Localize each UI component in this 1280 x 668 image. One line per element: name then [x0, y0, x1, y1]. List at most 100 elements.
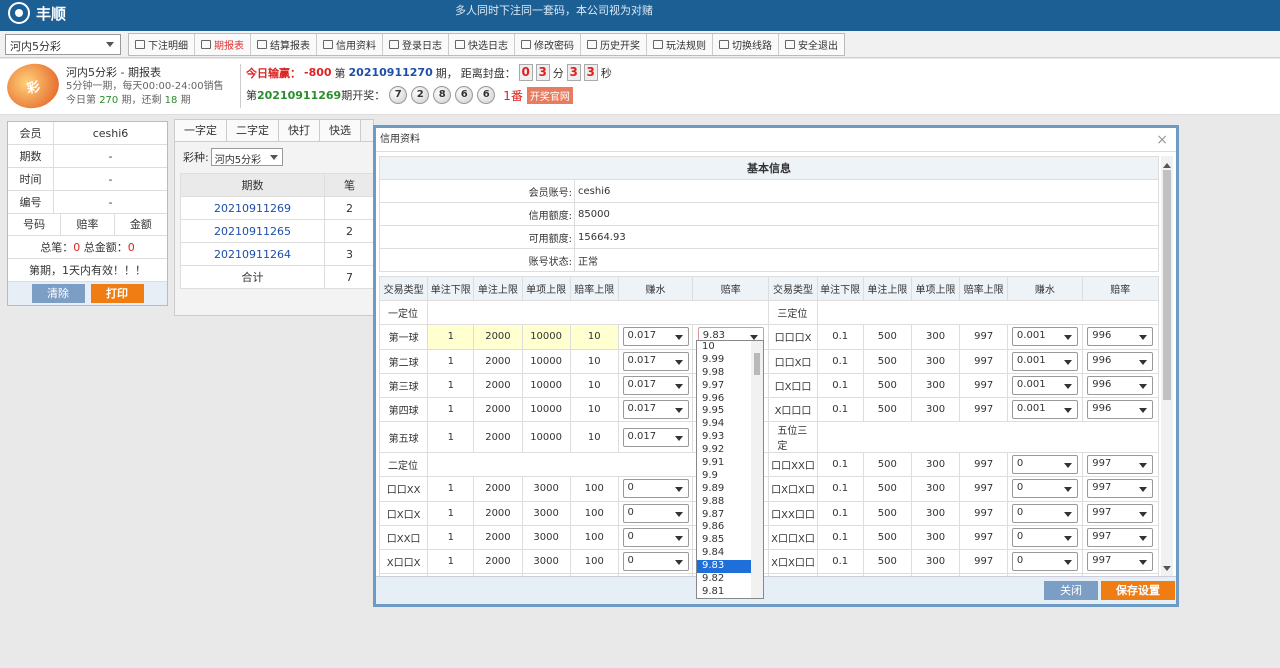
- max-bet: 500: [862, 500, 912, 526]
- odds-cell: 997: [1081, 524, 1159, 550]
- period-link[interactable]: 20210911264: [180, 242, 325, 266]
- row-key: 期数: [8, 145, 54, 167]
- toolbar-button-label: 修改密码: [534, 41, 574, 52]
- tab-quick-hit[interactable]: 快打: [279, 120, 320, 141]
- odds-select[interactable]: 996: [1087, 400, 1154, 420]
- item-limit: 300: [910, 524, 961, 550]
- water-select[interactable]: 0.017: [622, 427, 689, 447]
- odds-select[interactable]: 996: [1087, 327, 1154, 347]
- tab-two-digit[interactable]: 二字定: [227, 120, 279, 141]
- odds-table: 交易类型 单注下限 单注上限 单项上限 赔率上限 赚水 赔率 交易类型 单注下限 单注上限 单项上限…: [379, 275, 1159, 578]
- col-header: 赚水: [1007, 275, 1083, 302]
- toolbar-button-3[interactable]: 信用资料: [317, 34, 383, 55]
- toolbar-button-6[interactable]: 修改密码: [515, 34, 581, 55]
- basic-info-table: 基本信息 会员账号: ceshi6 信用额度: 85000 可用额度: 15664.9…: [379, 156, 1159, 272]
- dropdown-scrollbar[interactable]: [751, 341, 763, 598]
- toolbar-button-label: 期报表: [214, 41, 244, 52]
- total-amount: 0: [127, 241, 135, 254]
- basic-key: 信用额度:: [379, 202, 575, 226]
- toolbar-button-9[interactable]: 切换线路: [713, 34, 779, 55]
- user-columns: 号码 赔率 金额: [8, 214, 167, 236]
- clear-button[interactable]: 清除: [31, 284, 85, 303]
- period-link[interactable]: 20210911265: [180, 219, 325, 243]
- group-spacer: [816, 300, 1159, 326]
- water-select[interactable]: 0: [622, 527, 689, 547]
- col-header: 金额: [129, 218, 152, 231]
- bar-chart-icon: [257, 40, 267, 49]
- tab-one-digit[interactable]: 一字定: [175, 120, 227, 141]
- water-select[interactable]: 0.017: [622, 400, 689, 420]
- water-select[interactable]: 0.001: [1011, 351, 1078, 371]
- bet-type: 第五球: [379, 421, 429, 454]
- water-select[interactable]: 0: [622, 551, 689, 571]
- profit-value: -800: [304, 66, 332, 79]
- print-button[interactable]: 打印: [90, 284, 144, 303]
- odds-select[interactable]: 997: [1087, 479, 1154, 499]
- toolbar-button-0[interactable]: 下注明细: [129, 34, 195, 55]
- lottery-select[interactable]: 河内5分彩: [5, 34, 121, 55]
- max-bet: 500: [862, 372, 912, 398]
- water-select[interactable]: 0: [1011, 479, 1078, 499]
- period-link[interactable]: 20210911269: [180, 196, 325, 220]
- credit-info-modal: 信用资料 × 基本信息 会员账号: ceshi6 信用额度: 85000 可用额度:…: [373, 125, 1179, 607]
- toolbar-button-10[interactable]: 安全退出: [779, 34, 844, 55]
- water-select[interactable]: 0.001: [1011, 327, 1078, 347]
- water-select[interactable]: 0.001: [1011, 375, 1078, 395]
- bet-type: 口口X口: [768, 348, 818, 374]
- toolbar-button-1[interactable]: 期报表: [195, 34, 251, 55]
- odds-select[interactable]: 997: [1087, 551, 1154, 571]
- odds-select[interactable]: 997: [1087, 503, 1154, 523]
- min-bet: 0.1: [816, 452, 864, 478]
- game-title: 河内5分彩 - 期报表: [66, 66, 161, 79]
- odds-cell: 997: [1081, 476, 1159, 502]
- water-select[interactable]: 0.017: [622, 327, 689, 347]
- user-panel: 会员 ceshi6 期数 - 时间 - 编号 - 号码 赔率 金额 总笔：0 总金额：0…: [7, 121, 168, 306]
- odds-row: 二定位 口口XX口 0.1 500 300 997 0 997: [379, 452, 1159, 478]
- odds-cell: 996: [1081, 396, 1159, 423]
- close-icon[interactable]: ×: [1156, 128, 1168, 152]
- toolbar-button-7[interactable]: 历史开奖: [581, 34, 647, 55]
- water-select[interactable]: 0: [1011, 455, 1078, 475]
- water-select[interactable]: 0: [622, 479, 689, 499]
- scrollbar-thumb[interactable]: [1163, 170, 1171, 400]
- col-header: 赚水: [617, 275, 694, 302]
- max-bet: 2000: [473, 348, 523, 374]
- water-select[interactable]: 0.017: [622, 375, 689, 395]
- odds-select[interactable]: 997: [1087, 527, 1154, 547]
- save-settings-button[interactable]: 保存设置: [1101, 581, 1175, 600]
- toolbar-button-2[interactable]: 结算报表: [251, 34, 317, 55]
- water-cell: 0: [617, 524, 694, 550]
- toolbar-button-5[interactable]: 快选日志: [449, 34, 515, 55]
- modal-titlebar: 信用资料 ×: [376, 128, 1176, 152]
- basic-value: 正常: [574, 248, 1159, 272]
- water-cell: 0: [1007, 476, 1083, 502]
- modal-scrollbar[interactable]: [1161, 156, 1173, 578]
- dropdown-scroll-thumb[interactable]: [754, 353, 760, 375]
- odds-select[interactable]: 996: [1087, 351, 1154, 371]
- tab-quick-select[interactable]: 快选: [320, 120, 361, 141]
- toolbar-button-8[interactable]: 玩法规则: [647, 34, 713, 55]
- water-select[interactable]: 0: [1011, 551, 1078, 571]
- odds-select[interactable]: 997: [1087, 455, 1154, 475]
- user-row: 期数 -: [8, 145, 167, 168]
- cell: 3: [324, 242, 375, 266]
- water-select[interactable]: 0: [622, 503, 689, 523]
- col-header: 单项上限: [521, 275, 571, 302]
- water-select[interactable]: 0: [1011, 527, 1078, 547]
- user-row: 编号 -: [8, 191, 167, 214]
- close-button[interactable]: 关闭: [1044, 581, 1098, 600]
- countdown-digit: 3: [583, 64, 598, 81]
- odds-select[interactable]: 996: [1087, 375, 1154, 395]
- col-header: 赔率: [692, 275, 770, 302]
- water-select[interactable]: 0.001: [1011, 400, 1078, 420]
- max-bet: 2000: [473, 324, 523, 350]
- odds-cap: 10: [569, 372, 619, 398]
- last-suffix: 期开奖：: [341, 89, 386, 102]
- water-select[interactable]: 0: [1011, 503, 1078, 523]
- toolbar-button-4[interactable]: 登录日志: [383, 34, 449, 55]
- official-site-button[interactable]: 开奖官网: [526, 86, 573, 104]
- odds-dropdown-list[interactable]: 10 9.99 9.98 9.97 9.96 9.95 9.94 9.93 9.92 9.91 9.…: [696, 340, 764, 599]
- lottery-filter-select[interactable]: 河内5分彩: [210, 148, 283, 166]
- odds-cap: 997: [959, 548, 1009, 575]
- water-select[interactable]: 0.017: [622, 351, 689, 371]
